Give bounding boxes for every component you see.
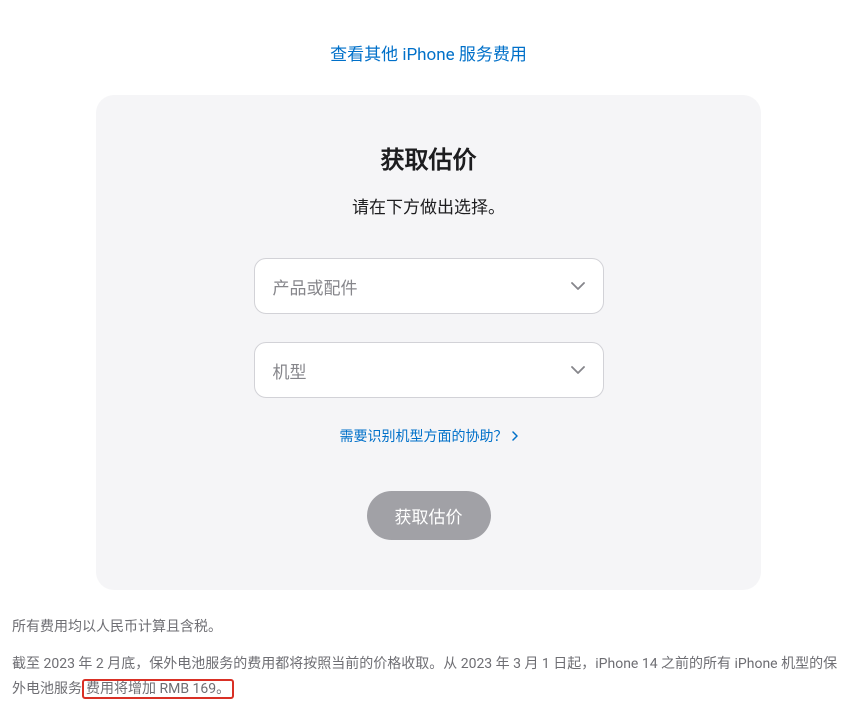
top-link-section: 查看其他 iPhone 服务费用 [0,0,857,95]
product-select-wrapper: 产品或配件 [254,258,604,314]
footer-line-1: 所有费用均以人民币计算且含税。 [12,615,845,640]
help-link-section: 需要识别机型方面的协助？ [136,426,721,446]
chevron-down-icon [571,282,585,290]
product-select[interactable]: 产品或配件 [254,258,604,314]
chevron-right-icon [512,431,518,441]
model-select[interactable]: 机型 [254,342,604,398]
model-select-placeholder: 机型 [273,358,307,383]
estimate-card: 获取估价 请在下方做出选择。 产品或配件 机型 需要识别机型方面的协助？ 获取估… [96,95,761,590]
highlighted-price-change: 费用将增加 RMB 169。 [82,679,234,699]
help-link-label: 需要识别机型方面的协助？ [340,426,508,446]
footer-text-section: 所有费用均以人民币计算且含税。 截至 2023 年 2 月底，保外电池服务的费用… [0,590,857,703]
get-estimate-button[interactable]: 获取估价 [367,491,491,540]
model-help-link[interactable]: 需要识别机型方面的协助？ [340,426,518,446]
product-select-placeholder: 产品或配件 [273,274,358,299]
model-select-wrapper: 机型 [254,342,604,398]
chevron-down-icon [571,366,585,374]
footer-line-2: 截至 2023 年 2 月底，保外电池服务的费用都将按照当前的价格收取。从 20… [12,652,845,702]
submit-section: 获取估价 [136,491,721,540]
card-subtitle: 请在下方做出选择。 [136,193,721,218]
card-title: 获取估价 [136,140,721,175]
other-services-link[interactable]: 查看其他 iPhone 服务费用 [330,45,527,65]
